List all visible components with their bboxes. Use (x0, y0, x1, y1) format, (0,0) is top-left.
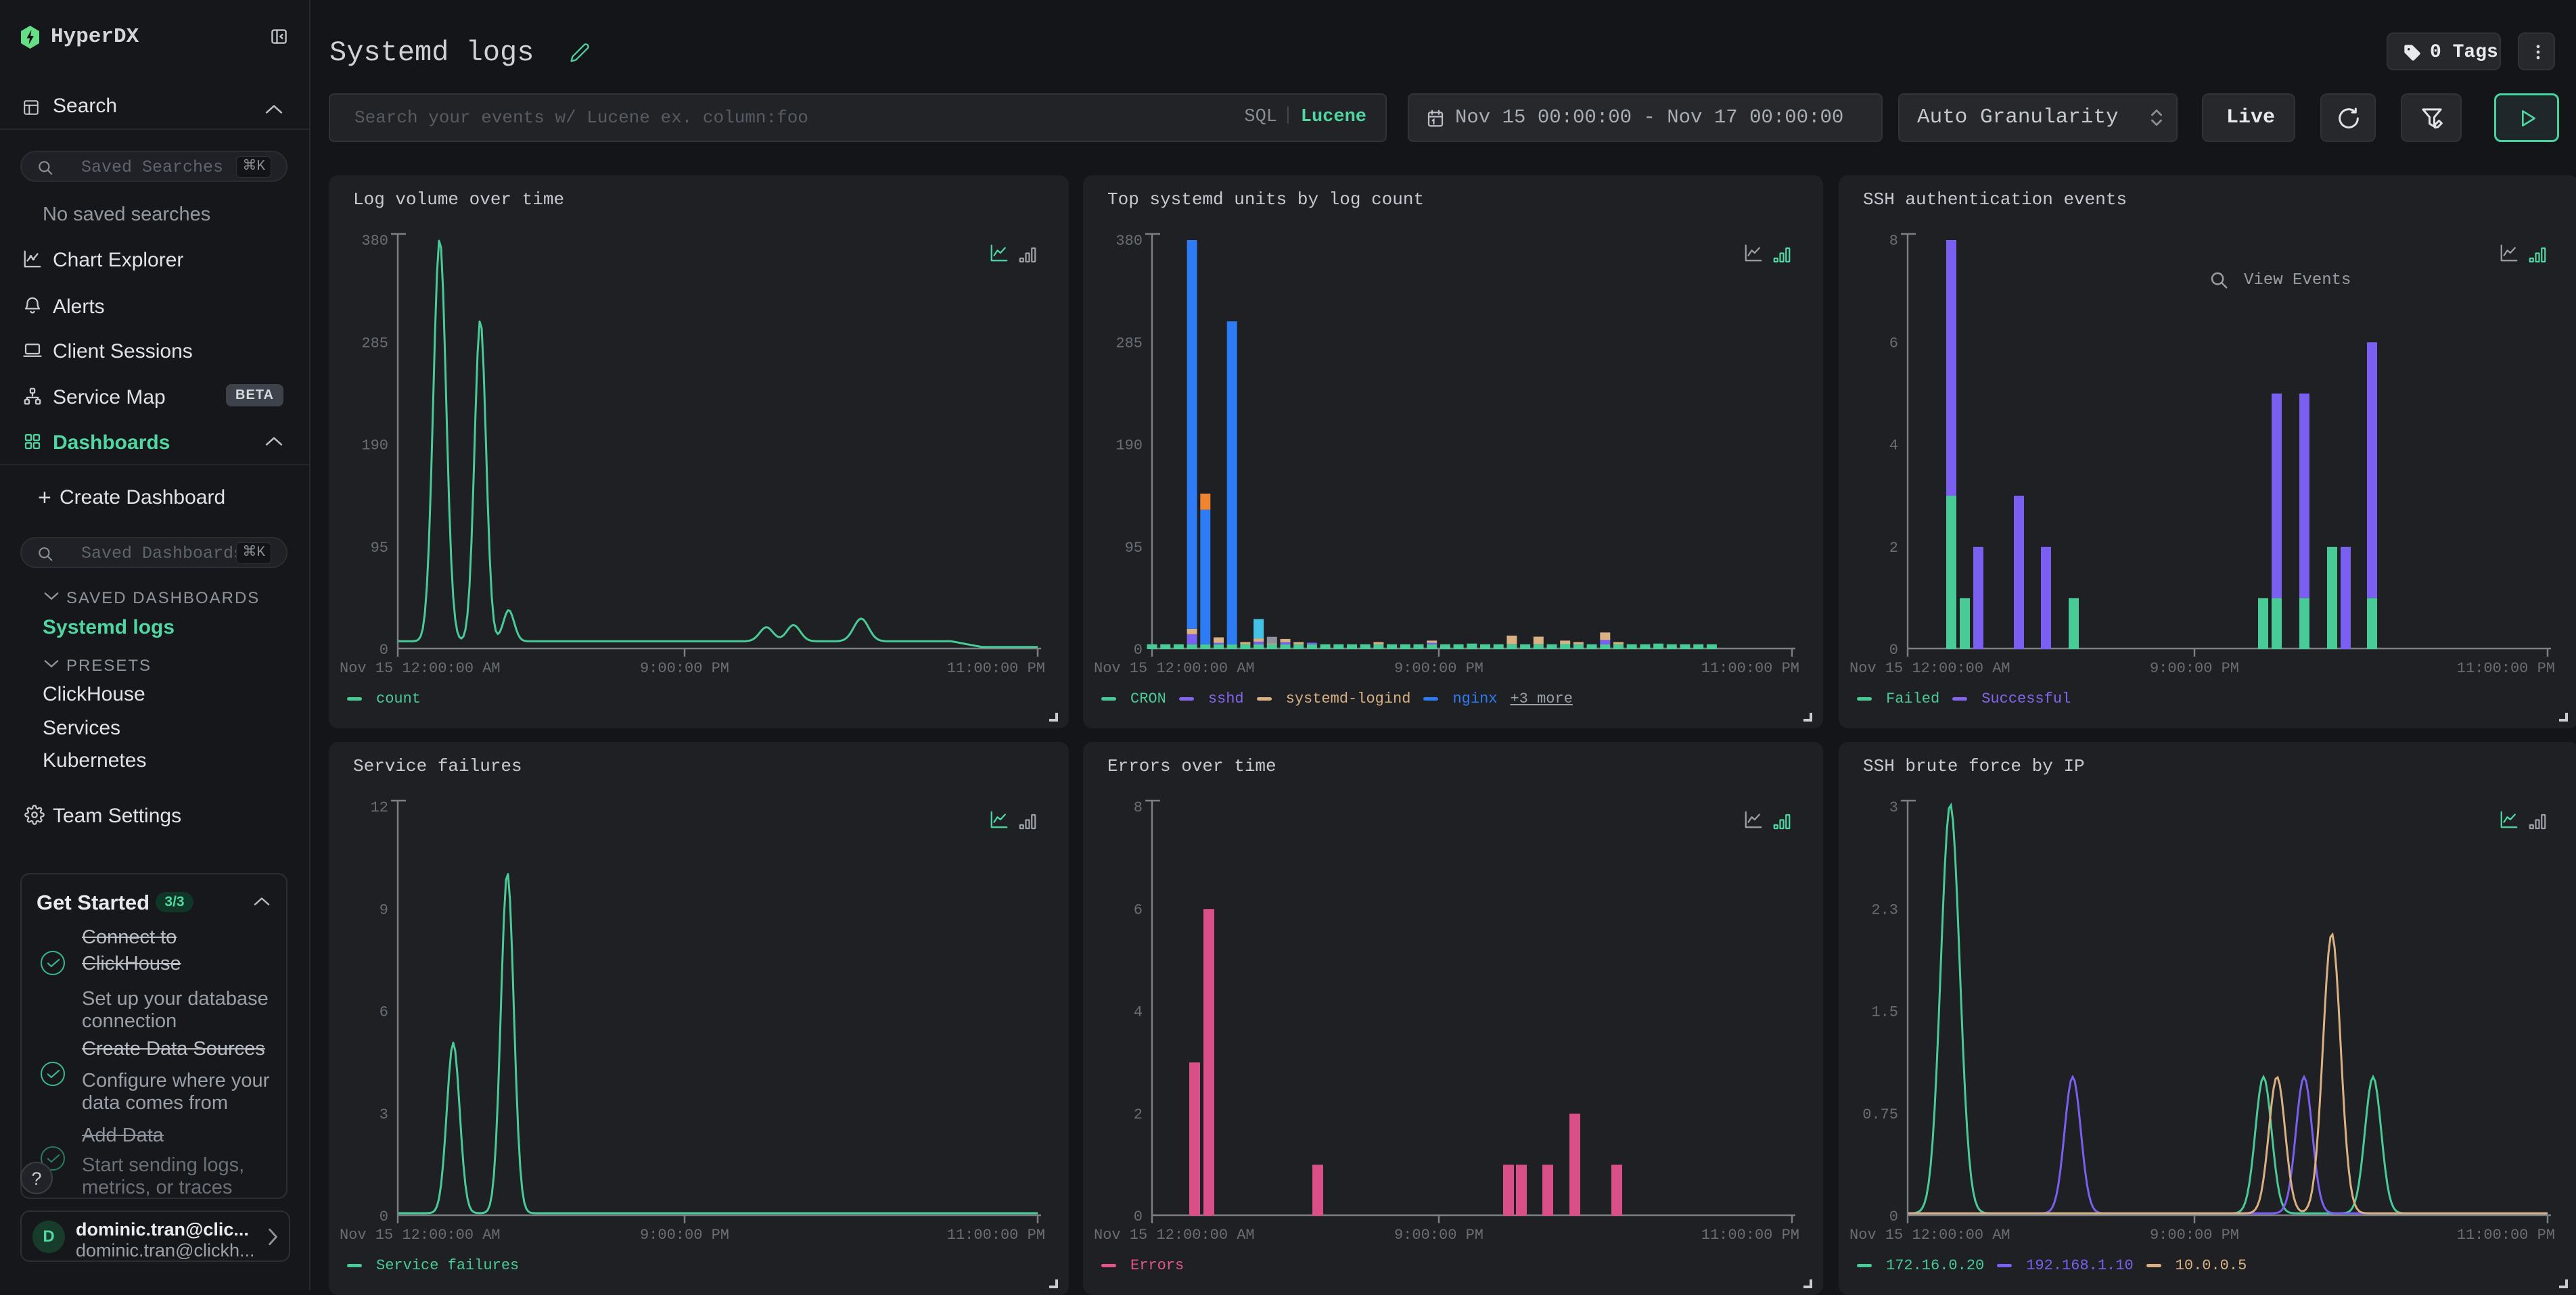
svg-text:95: 95 (371, 540, 388, 557)
svg-text:9: 9 (380, 901, 388, 918)
svg-text:380: 380 (361, 233, 388, 250)
svg-text:9:00:00 PM: 9:00:00 PM (640, 660, 729, 677)
svg-text:11:00:00 PM: 11:00:00 PM (2457, 660, 2555, 677)
svg-text:6: 6 (1889, 335, 1898, 352)
svg-text:6: 6 (1134, 901, 1143, 918)
svg-text:9:00:00 PM: 9:00:00 PM (1394, 660, 1484, 677)
svg-text:3: 3 (1889, 799, 1898, 816)
svg-text:6: 6 (380, 1004, 388, 1021)
svg-text:1.5: 1.5 (1871, 1004, 1898, 1021)
svg-text:11:00:00 PM: 11:00:00 PM (947, 1227, 1045, 1244)
svg-text:0: 0 (1889, 642, 1898, 659)
svg-text:4: 4 (1889, 438, 1898, 454)
svg-text:0: 0 (380, 642, 388, 659)
svg-text:12: 12 (371, 799, 388, 816)
svg-text:8: 8 (1134, 799, 1143, 816)
svg-text:Nov 15 12:00:00 AM: Nov 15 12:00:00 AM (1849, 660, 2010, 677)
svg-text:0: 0 (1889, 1208, 1898, 1225)
svg-text:190: 190 (361, 438, 388, 454)
svg-text:2: 2 (1889, 540, 1898, 557)
svg-text:285: 285 (361, 335, 388, 352)
svg-text:285: 285 (1116, 335, 1143, 352)
svg-text:0.75: 0.75 (1862, 1106, 1898, 1123)
svg-text:380: 380 (1116, 233, 1143, 250)
svg-text:11:00:00 PM: 11:00:00 PM (1701, 660, 1799, 677)
svg-text:11:00:00 PM: 11:00:00 PM (2457, 1227, 2555, 1244)
svg-text:95: 95 (1125, 540, 1143, 557)
svg-text:Nov 15 12:00:00 AM: Nov 15 12:00:00 AM (1094, 660, 1255, 677)
svg-text:9:00:00 PM: 9:00:00 PM (640, 1227, 729, 1244)
svg-text:0: 0 (380, 1208, 388, 1225)
svg-text:0: 0 (1134, 642, 1143, 659)
svg-text:2: 2 (1134, 1106, 1143, 1123)
svg-text:Nov 15 12:00:00 AM: Nov 15 12:00:00 AM (340, 1227, 501, 1244)
svg-text:2.3: 2.3 (1871, 901, 1898, 918)
svg-text:Nov 15 12:00:00 AM: Nov 15 12:00:00 AM (340, 660, 501, 677)
svg-text:Nov 15 12:00:00 AM: Nov 15 12:00:00 AM (1094, 1227, 1255, 1244)
svg-text:190: 190 (1116, 438, 1143, 454)
svg-text:9:00:00 PM: 9:00:00 PM (2150, 660, 2239, 677)
svg-text:9:00:00 PM: 9:00:00 PM (2150, 1227, 2239, 1244)
svg-text:Nov 15 12:00:00 AM: Nov 15 12:00:00 AM (1849, 1227, 2010, 1244)
svg-text:0: 0 (1134, 1208, 1143, 1225)
svg-text:9:00:00 PM: 9:00:00 PM (1394, 1227, 1484, 1244)
svg-text:4: 4 (1134, 1004, 1143, 1021)
svg-text:11:00:00 PM: 11:00:00 PM (1701, 1227, 1799, 1244)
svg-text:11:00:00 PM: 11:00:00 PM (947, 660, 1045, 677)
svg-text:8: 8 (1889, 233, 1898, 250)
svg-text:3: 3 (380, 1106, 388, 1123)
